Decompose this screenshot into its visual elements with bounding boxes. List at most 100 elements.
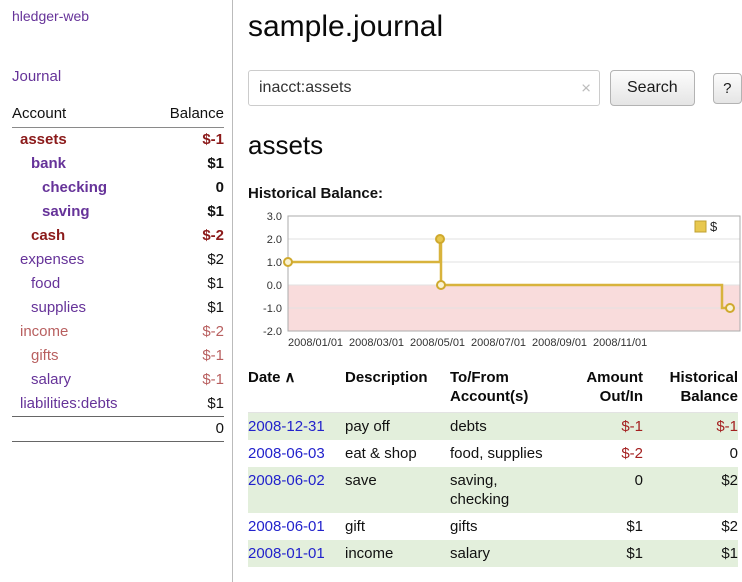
sidebar-account-row: cash $-2	[12, 224, 224, 248]
accounts-table: Account Balance assets $-1 bank $1 check…	[12, 103, 224, 442]
register-balance: 0	[643, 440, 738, 467]
sidebar-account-row: expenses $2	[12, 248, 224, 272]
data-point-marker	[726, 304, 734, 312]
y-tick-label: 0.0	[267, 280, 282, 292]
register-amount: $-2	[560, 440, 643, 467]
help-button[interactable]: ?	[713, 73, 742, 104]
sidebar-account-row: assets $-1	[12, 128, 224, 153]
account-balance: $-1	[152, 368, 224, 392]
register-amount: $-1	[560, 413, 643, 441]
register-description: income	[345, 540, 450, 567]
search-button[interactable]: Search	[610, 70, 695, 106]
y-tick-label: 3.0	[267, 211, 282, 223]
account-link[interactable]: gifts	[31, 347, 59, 364]
account-balance: $-2	[152, 224, 224, 248]
register-row[interactable]: 2008-06-02 save saving, checking 0 $2	[248, 467, 738, 513]
sidebar-account-row: income $-2	[12, 320, 224, 344]
account-link[interactable]: saving	[42, 203, 90, 220]
chart-title: Historical Balance:	[248, 185, 742, 202]
account-heading: assets	[248, 130, 742, 161]
register-accounts: salary	[450, 540, 560, 567]
accounts-total: 0	[152, 417, 224, 442]
sidebar-account-row: salary $-1	[12, 368, 224, 392]
app-title-link[interactable]: hledger-web	[12, 8, 232, 24]
register-balance: $-1	[643, 413, 738, 441]
register-header-row: Date∧ Description To/From Account(s) Amo…	[248, 366, 738, 413]
register-description: pay off	[345, 413, 450, 441]
account-link[interactable]: food	[31, 275, 60, 292]
account-link[interactable]: salary	[31, 371, 71, 388]
sidebar-account-row: liabilities:debts $1	[12, 392, 224, 417]
register-date-link[interactable]: 2008-06-02	[248, 472, 325, 489]
accounts-header-balance: Balance	[152, 103, 224, 128]
sidebar-account-row: food $1	[12, 272, 224, 296]
data-point-marker	[437, 281, 445, 289]
search-bar: × Search ?	[248, 70, 742, 106]
x-tick-label: 2008/09/01	[532, 337, 587, 349]
main-content: sample.journal × Search ? assets Histori…	[248, 0, 742, 567]
register-header-accounts: To/From Account(s)	[450, 366, 560, 413]
account-balance: $1	[152, 152, 224, 176]
x-tick-label: 2008/05/01	[410, 337, 465, 349]
register-row[interactable]: 2008-06-03 eat & shop food, supplies $-2…	[248, 440, 738, 467]
chart-legend: $	[695, 219, 718, 234]
register-balance: $2	[643, 467, 738, 513]
x-tick-label: 2008/03/01	[349, 337, 404, 349]
account-balance: $1	[152, 296, 224, 320]
account-link[interactable]: expenses	[20, 251, 84, 268]
y-axis-labels: 3.0 2.0 1.0 0.0 -1.0 -2.0	[263, 211, 282, 338]
register-date-link[interactable]: 2008-06-01	[248, 518, 325, 535]
legend-label: $	[710, 219, 718, 234]
sidebar-account-row: checking 0	[12, 176, 224, 200]
sidebar-account-row: supplies $1	[12, 296, 224, 320]
legend-swatch	[695, 221, 706, 232]
register-row[interactable]: 2008-01-01 income salary $1 $1	[248, 540, 738, 567]
register-date-link[interactable]: 2008-01-01	[248, 545, 325, 562]
register-description: save	[345, 467, 450, 513]
register-header-description: Description	[345, 366, 450, 413]
register-description: gift	[345, 513, 450, 540]
register-date-link[interactable]: 2008-12-31	[248, 418, 325, 435]
register-balance: $1	[643, 540, 738, 567]
account-link[interactable]: bank	[31, 155, 66, 172]
accounts-header-account: Account	[12, 103, 152, 128]
account-balance: $2	[152, 248, 224, 272]
sidebar-account-row: saving $1	[12, 200, 224, 224]
page-title: sample.journal	[248, 10, 742, 44]
account-balance: $-2	[152, 320, 224, 344]
search-input[interactable]	[248, 70, 600, 106]
register-header-balance: Historical Balance	[643, 366, 738, 413]
y-tick-label: -2.0	[263, 326, 282, 338]
clear-search-icon[interactable]: ×	[581, 80, 591, 97]
x-tick-label: 2008/11/01	[593, 337, 647, 349]
register-table: Date∧ Description To/From Account(s) Amo…	[248, 366, 738, 567]
account-link[interactable]: checking	[42, 179, 107, 196]
register-accounts: debts	[450, 413, 560, 441]
register-amount: $1	[560, 513, 643, 540]
account-balance: $1	[152, 200, 224, 224]
account-link[interactable]: supplies	[31, 299, 86, 316]
register-balance: $2	[643, 513, 738, 540]
y-tick-label: 1.0	[267, 257, 282, 269]
register-row[interactable]: 2008-12-31 pay off debts $-1 $-1	[248, 413, 738, 441]
account-link[interactable]: cash	[31, 227, 65, 244]
x-axis-labels: 2008/01/01 2008/03/01 2008/05/01 2008/07…	[288, 337, 647, 349]
historical-balance-chart[interactable]: 3.0 2.0 1.0 0.0 -1.0 -2.0 $ 2008/01	[248, 208, 742, 350]
register-row[interactable]: 2008-06-01 gift gifts $1 $2	[248, 513, 738, 540]
account-balance: $-1	[152, 344, 224, 368]
y-tick-label: 2.0	[267, 234, 282, 246]
x-tick-label: 2008/01/01	[288, 337, 343, 349]
account-balance: $-1	[152, 128, 224, 153]
register-header-amount: Amount Out/In	[560, 366, 643, 413]
account-link[interactable]: liabilities:debts	[20, 395, 118, 412]
account-link[interactable]: assets	[20, 131, 67, 148]
sidebar-account-row: gifts $-1	[12, 344, 224, 368]
sort-asc-icon: ∧	[285, 369, 296, 386]
register-description: eat & shop	[345, 440, 450, 467]
sidebar-account-row: bank $1	[12, 152, 224, 176]
register-date-link[interactable]: 2008-06-03	[248, 445, 325, 462]
sidebar: hledger-web Journal Account Balance asse…	[0, 0, 233, 582]
register-header-date[interactable]: Date∧	[248, 366, 345, 413]
nav-journal-link[interactable]: Journal	[12, 68, 232, 85]
account-link[interactable]: income	[20, 323, 68, 340]
